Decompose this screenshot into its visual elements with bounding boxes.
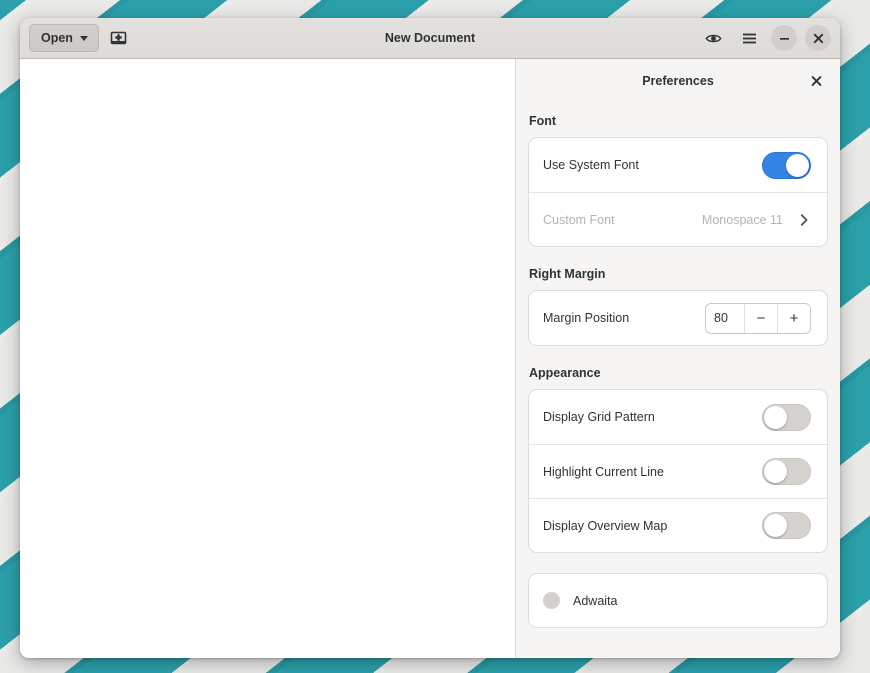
switch-knob — [764, 514, 787, 537]
desktop-background: Open New Document — [0, 0, 870, 673]
minimize-button[interactable] — [771, 25, 797, 51]
appearance-settings-group: Display Grid Pattern Highlight Current L… — [528, 389, 828, 553]
window-headerbar: Open New Document — [20, 18, 840, 59]
use-system-font-switch[interactable] — [762, 152, 811, 179]
hamburger-menu-icon — [741, 30, 758, 47]
text-editor-area[interactable] — [20, 59, 516, 658]
preferences-title: Preferences — [642, 74, 714, 88]
row-display-overview-map[interactable]: Display Overview Map — [529, 498, 827, 552]
new-document-button[interactable] — [105, 24, 133, 52]
close-icon — [810, 75, 823, 88]
preferences-panel: Preferences Font Use System Font — [516, 59, 840, 658]
margin-position-stepper[interactable]: 80 − + — [705, 303, 811, 334]
font-settings-group: Use System Font Custom Font Monospace 11 — [528, 137, 828, 247]
row-margin-position: Margin Position 80 − + — [529, 291, 827, 345]
row-display-grid-pattern[interactable]: Display Grid Pattern — [529, 390, 827, 444]
close-window-button[interactable] — [805, 25, 831, 51]
minimize-icon — [778, 32, 791, 45]
switch-knob — [764, 460, 787, 483]
row-use-system-font[interactable]: Use System Font — [529, 138, 827, 192]
theme-color-swatch-icon — [543, 592, 560, 609]
window-close-icon — [812, 32, 825, 45]
custom-font-label: Custom Font — [543, 213, 702, 227]
open-button-label: Open — [41, 31, 73, 45]
preview-button[interactable] — [699, 24, 727, 52]
display-grid-pattern-switch[interactable] — [762, 404, 811, 431]
headerbar-right-controls — [699, 24, 831, 52]
section-title-font: Font — [529, 114, 828, 128]
display-overview-map-label: Display Overview Map — [543, 519, 762, 533]
row-theme-adwaita[interactable]: Adwaita — [529, 574, 827, 627]
right-margin-settings-group: Margin Position 80 − + — [528, 290, 828, 346]
row-highlight-current-line[interactable]: Highlight Current Line — [529, 444, 827, 498]
chevron-down-icon — [80, 36, 88, 41]
section-title-appearance: Appearance — [529, 366, 828, 380]
margin-position-decrement-button[interactable]: − — [744, 304, 777, 333]
headerbar-left-controls: Open — [29, 24, 133, 52]
preferences-close-button[interactable] — [807, 72, 826, 91]
main-menu-button[interactable] — [735, 24, 763, 52]
open-button[interactable]: Open — [29, 24, 99, 52]
theme-name-label: Adwaita — [573, 594, 617, 608]
margin-position-increment-button[interactable]: + — [777, 304, 810, 333]
switch-knob — [786, 154, 809, 177]
margin-position-label: Margin Position — [543, 311, 705, 325]
preferences-header: Preferences — [516, 59, 840, 103]
preferences-content: Font Use System Font Custom Font Monospa… — [516, 114, 840, 628]
application-window: Open New Document — [20, 18, 840, 658]
use-system-font-label: Use System Font — [543, 158, 762, 172]
section-title-right-margin: Right Margin — [529, 267, 828, 281]
highlight-current-line-label: Highlight Current Line — [543, 465, 762, 479]
row-custom-font[interactable]: Custom Font Monospace 11 — [529, 192, 827, 246]
margin-position-input[interactable]: 80 — [706, 304, 744, 333]
new-document-icon — [110, 30, 127, 47]
eye-icon — [705, 30, 722, 47]
window-body: Preferences Font Use System Font — [20, 59, 840, 658]
custom-font-value: Monospace 11 — [702, 213, 783, 227]
chevron-right-icon — [797, 213, 811, 227]
display-grid-pattern-label: Display Grid Pattern — [543, 410, 762, 424]
display-overview-map-switch[interactable] — [762, 512, 811, 539]
highlight-current-line-switch[interactable] — [762, 458, 811, 485]
switch-knob — [764, 406, 787, 429]
theme-settings-group: Adwaita — [528, 573, 828, 628]
